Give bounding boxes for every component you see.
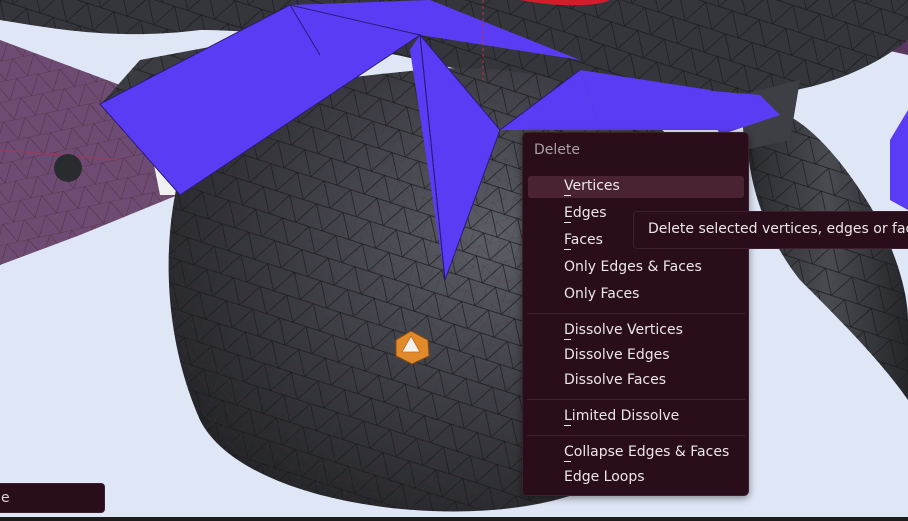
menu-item-label: Collapse Edges & Faces xyxy=(564,444,730,460)
menu-item-label: Faces xyxy=(564,232,603,248)
mesh-scene[interactable] xyxy=(0,0,908,521)
menu-item-only-edges-faces[interactable]: Only Edges & Faces xyxy=(528,257,744,279)
menu-item-collapse-edges-faces[interactable]: Collapse Edges & Faces xyxy=(528,442,744,464)
menu-item-label: Edges xyxy=(564,205,607,221)
hotkey-underline xyxy=(564,222,571,223)
hotkey-underline xyxy=(564,339,571,340)
menu-separator xyxy=(527,435,745,436)
menu-item-label: Dissolve Edges xyxy=(564,347,670,363)
menu-item-edge-loops[interactable]: Edge Loops xyxy=(528,467,744,489)
menu-separator xyxy=(527,399,745,400)
3d-viewport[interactable]: Delete Vertices Edges Faces Only Edges &… xyxy=(0,0,908,521)
menu-item-dissolve-vertices[interactable]: Dissolve Vertices xyxy=(528,320,744,342)
menu-item-label: Only Edges & Faces xyxy=(564,259,702,275)
hotkey-underline xyxy=(564,249,571,250)
bottom-bar xyxy=(0,517,908,521)
menu-item-label: Limited Dissolve xyxy=(564,408,680,424)
menu-item-dissolve-edges[interactable]: Dissolve Edges xyxy=(528,345,744,367)
status-text: e xyxy=(1,490,10,506)
menu-item-label: Dissolve Vertices xyxy=(564,322,683,338)
hotkey-underline xyxy=(564,425,571,426)
menu-item-label: Only Faces xyxy=(564,286,640,302)
menu-title: Delete xyxy=(534,142,580,158)
menu-item-vertices[interactable]: Vertices xyxy=(528,176,744,198)
menu-separator xyxy=(527,313,745,314)
small-sphere xyxy=(54,154,82,182)
hotkey-underline xyxy=(564,461,571,462)
delete-menu: Delete Vertices Edges Faces Only Edges &… xyxy=(522,132,749,496)
menu-item-only-faces[interactable]: Only Faces xyxy=(528,284,744,306)
tooltip: Delete selected vertices, edges or faces… xyxy=(633,211,908,249)
hotkey-underline xyxy=(564,195,571,196)
menu-item-dissolve-faces[interactable]: Dissolve Faces xyxy=(528,370,744,392)
menu-item-label: Vertices xyxy=(564,178,620,194)
menu-item-label: Edge Loops xyxy=(564,469,645,485)
status-field[interactable]: e xyxy=(0,483,105,513)
tooltip-text: Delete selected vertices, edges or faces… xyxy=(648,221,908,237)
menu-item-label: Dissolve Faces xyxy=(564,372,667,388)
menu-item-limited-dissolve[interactable]: Limited Dissolve xyxy=(528,406,744,428)
